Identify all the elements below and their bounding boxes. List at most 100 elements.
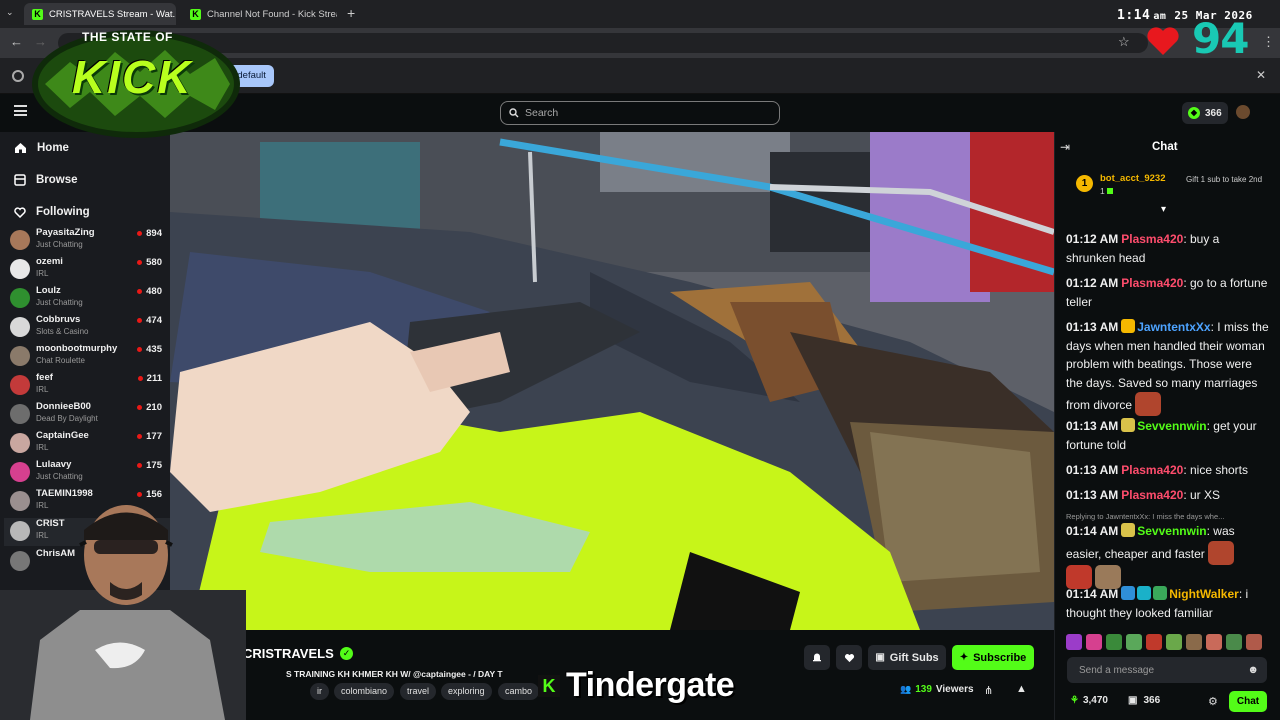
sidebar-item-browse[interactable]: Browse [14, 170, 78, 190]
emote-icon[interactable] [1206, 634, 1222, 650]
gift-subs-button[interactable]: ▣ Gift Subs [868, 645, 946, 670]
badge-icon [1137, 586, 1152, 600]
emote-icon[interactable] [1086, 634, 1102, 650]
back-icon[interactable]: ← [10, 34, 23, 49]
emote-icon[interactable] [1066, 634, 1082, 650]
gift-sub-hint[interactable]: Gift 1 sub to take 2nd [1186, 175, 1272, 185]
sidebar-item-home[interactable]: Home [14, 138, 69, 158]
report-icon[interactable]: ▲ [1016, 683, 1027, 695]
gift-icon: ▣ [875, 652, 885, 663]
emote-icon[interactable] [1106, 634, 1122, 650]
channel-category: Just Chatting [36, 240, 83, 249]
emote-icon[interactable] [1146, 634, 1162, 650]
channel-name: TAEMIN1998 [36, 488, 93, 499]
viewers-number: 139 [915, 684, 932, 695]
points-icon: ◆ [1188, 107, 1200, 119]
search-input[interactable]: Search [500, 101, 780, 125]
tag-chip[interactable]: travel [400, 683, 437, 700]
follow-button[interactable] [836, 645, 862, 670]
chat-footer-points[interactable]: ⚘ 3,470 [1070, 695, 1108, 706]
subscribe-button[interactable]: ✦ Subscribe [952, 645, 1034, 670]
home-icon [15, 143, 26, 153]
chat-footer-count[interactable]: ▣ 366 [1128, 695, 1160, 706]
followed-channel[interactable]: ozemi IRL 580 [10, 256, 162, 284]
settings-icon[interactable]: ⚙ [1208, 695, 1218, 708]
emoji-icon[interactable]: ☻ [1247, 664, 1259, 676]
infobar-close-icon[interactable]: ✕ [1256, 68, 1266, 82]
bell-icon [813, 653, 821, 662]
reply-preview: Replying to JawntentxXx: I miss the days… [1066, 512, 1225, 521]
viewer-count: 211 [137, 373, 162, 384]
subscribe-label: Subscribe [973, 651, 1027, 664]
video-frame [170, 132, 1054, 630]
tab-list-chevron-icon[interactable]: ⌄ [6, 7, 14, 18]
gift-subs-label: Gift Subs [889, 651, 939, 664]
hamburger-menu-icon[interactable] [14, 105, 27, 116]
viewer-count: 175 [137, 460, 162, 471]
chat-message: 01:13 AM Sevvennwin: get your fortune tol… [1066, 418, 1257, 452]
avatar [10, 346, 30, 366]
chat-send-button[interactable]: Chat [1229, 691, 1267, 712]
avatar [10, 317, 30, 337]
tag-chip[interactable]: exploring [441, 683, 492, 700]
channel-category: IRL [36, 385, 49, 394]
chat-input[interactable]: Send a message ☻ [1067, 657, 1267, 683]
channel-points[interactable]: ◆ 366 [1182, 102, 1228, 124]
browse-icon [14, 174, 26, 186]
tag-chip[interactable]: cambo [498, 683, 540, 700]
tab-label: CRISTRAVELS Stream - Wat... [49, 8, 176, 20]
emote-icon[interactable] [1126, 634, 1142, 650]
channel-name: CaptainGee [36, 430, 89, 441]
chat-message: 01:13 AM JawntentxXx: I miss the days whe… [1066, 318, 1270, 416]
followed-channel[interactable]: Loulz Just Chatting 480 [10, 285, 162, 313]
scroll-down-icon[interactable]: ▾ [1161, 204, 1166, 215]
logo-line2: KICK [72, 51, 193, 103]
bookmark-star-icon[interactable]: ☆ [1118, 34, 1130, 50]
viewer-count: 435 [137, 344, 162, 355]
viewer-count: 474 [137, 315, 162, 326]
followed-channel[interactable]: CaptainGee IRL 177 [10, 430, 162, 458]
followed-channel[interactable]: PayasitaZing Just Chatting 894 [10, 227, 162, 255]
avatar [10, 433, 30, 453]
streamer-name[interactable]: CRISTRAVELS [243, 646, 334, 661]
emote-icon[interactable] [1186, 634, 1202, 650]
emote-icon[interactable] [1226, 634, 1242, 650]
tag-chip[interactable]: ir [310, 683, 329, 700]
channel-name: ozemi [36, 256, 63, 267]
sidebar-item-following[interactable]: Following [14, 202, 90, 222]
tag-chip[interactable]: colombiano [334, 683, 395, 700]
user-avatar[interactable] [1236, 105, 1250, 119]
followed-channel[interactable]: DonnieeB00 Dead By Daylight 210 [10, 401, 162, 429]
followed-channel[interactable]: moonbootmurphy Chat Roulette 435 [10, 343, 162, 371]
emote-bar [1066, 634, 1270, 652]
followed-channel[interactable]: feef IRL 211 [10, 372, 162, 400]
star-icon: ✦ [959, 652, 969, 663]
viewer-count: 177 [137, 431, 162, 442]
channel-category: Slots & Casino [36, 327, 89, 336]
video-player[interactable] [170, 132, 1054, 630]
ticker-overlay: K Tindergate [538, 666, 735, 705]
collapse-chat-icon[interactable]: ⇥ [1060, 140, 1070, 154]
avatar [10, 230, 30, 250]
kick-logo-icon: K [538, 674, 560, 697]
channel-category: IRL [36, 443, 49, 452]
followed-channel[interactable]: Cobbruvs Slots & Casino 474 [10, 314, 162, 342]
chat-title: Chat [1152, 141, 1178, 153]
emote-icon[interactable] [1246, 634, 1262, 650]
chat-message: 01:13 AM Plasma420: ur XS [1066, 488, 1220, 502]
state-of-kick-logo: THE STATE OF KICK [30, 22, 242, 140]
kick-favicon-icon: K [32, 8, 43, 20]
chat-message: 01:14 AM NightWalker: i thought they look… [1066, 586, 1249, 620]
menu-dots-icon[interactable]: ⋮ [1262, 34, 1275, 50]
share-icon[interactable]: ⋔ [984, 684, 993, 697]
notifications-button[interactable] [804, 645, 830, 670]
channel-name: Loulz [36, 285, 61, 296]
channel-name: Cobbruvs [36, 314, 81, 325]
viewer-count: 580 [137, 257, 162, 268]
chat-message: 01:12 AM Plasma420: go to a fortune telle… [1066, 276, 1268, 309]
new-tab-button[interactable]: + [347, 5, 355, 21]
followed-channel[interactable]: Lulaavy Just Chatting 175 [10, 459, 162, 487]
sidebar-item-label: Browse [36, 174, 78, 186]
heart-icon [844, 653, 854, 662]
emote-icon[interactable] [1166, 634, 1182, 650]
